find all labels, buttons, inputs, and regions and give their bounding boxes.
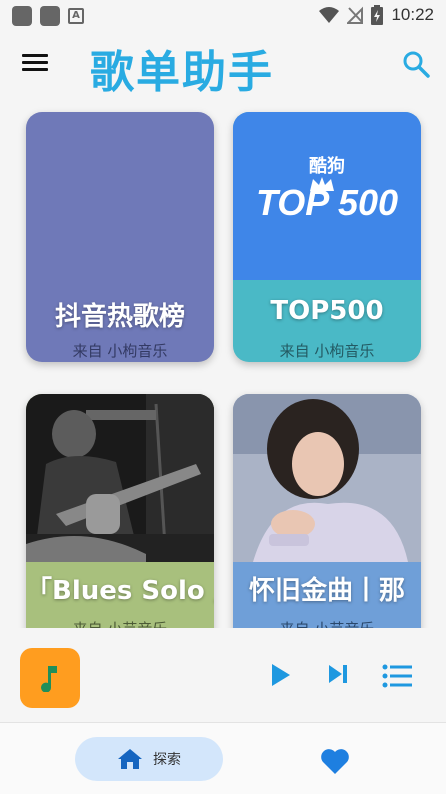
playlist-title: 「Blues Solo 」 [26,576,214,606]
skip-next-icon[interactable] [327,662,349,686]
playlist-queue-icon[interactable] [382,664,412,688]
clock: 10:22 [391,5,434,24]
mini-player [0,628,446,724]
playlist-card[interactable]: 「Blues Solo 」 来自 小芸音乐 [26,394,214,628]
playlist-source: 来自 小枸音乐 [279,342,375,360]
play-icon[interactable] [270,662,292,688]
app-notification-icon [12,6,32,26]
playlist-card[interactable]: 酷狗 TOP 500 TOP500 来自 小枸音乐 [233,112,421,362]
app-notification-icon-2 [40,6,60,26]
search-icon[interactable] [402,50,430,78]
nav-explore-label: 探索 [153,752,181,768]
status-bar: A 10:22 [0,0,446,32]
bottom-nav: 探索 [0,723,446,794]
cover-brand: 酷狗 [309,156,345,177]
playlist-source: 来自 小芸音乐 [26,618,214,628]
heart-icon[interactable] [320,747,350,775]
playlist-source: 来自 小枸音乐 [72,342,168,360]
app-bar: 歌单助手 [0,32,446,98]
home-icon [118,749,142,769]
playlist-source: 来自 小芸音乐 [233,618,421,628]
wifi-icon [319,7,340,23]
playlist-title: 抖音热歌榜 [54,302,185,332]
text-notification-icon: A [68,8,84,24]
playlist-title: 怀旧金曲丨那 [248,576,405,606]
playlist-grid: 抖音热歌榜 来自 小枸音乐 酷狗 TOP 500 TOP500 来自 小枸音乐 … [0,98,446,628]
music-note-icon [41,666,57,692]
app-title: 歌单助手 [90,47,274,98]
battery-icon [371,5,384,25]
playlist-cover: 酷狗 TOP 500 [233,112,421,280]
playlist-cover-guitarist-photo [26,394,214,562]
playlist-card[interactable]: 抖音热歌榜 来自 小枸音乐 [26,112,214,362]
no-signal-icon [347,6,364,24]
playlist-card[interactable]: 怀旧金曲丨那 来自 小芸音乐 [233,394,421,628]
nav-explore-tab[interactable]: 探索 [75,737,223,781]
playlist-title: TOP500 [270,296,384,326]
now-playing-art[interactable] [20,648,80,708]
menu-icon[interactable] [22,54,48,76]
playlist-cover-portrait-photo [233,394,421,562]
cover-top500-text: TOP 500 [255,182,399,223]
